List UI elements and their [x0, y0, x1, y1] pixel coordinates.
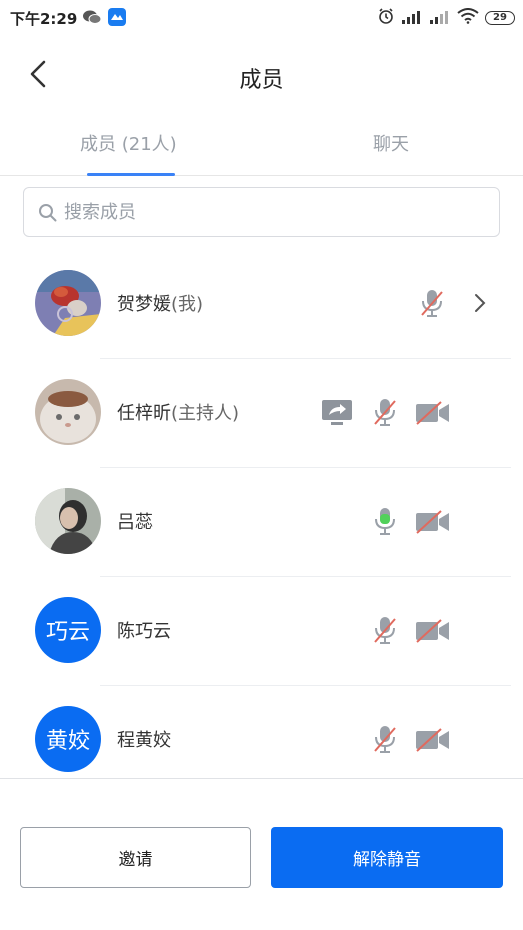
member-name: 任梓昕(主持人)	[117, 399, 239, 425]
member-name-text: 陈巧云	[117, 621, 171, 642]
mic-muted-icon[interactable]	[373, 397, 397, 431]
search-box[interactable]	[23, 187, 500, 237]
active-tab-indicator	[87, 173, 175, 176]
camera-off-icon[interactable]	[415, 510, 451, 538]
unmute-button[interactable]: 解除静音	[271, 827, 503, 888]
chevron-right-icon[interactable]	[473, 292, 487, 318]
bottom-divider	[0, 778, 523, 779]
mic-muted-icon[interactable]	[373, 724, 397, 758]
member-name-text: 程黄姣	[117, 730, 171, 751]
battery-indicator: 29	[485, 11, 515, 25]
member-row[interactable]: 巧云 陈巧云	[0, 577, 523, 686]
tab-chat[interactable]: 聊天	[373, 130, 409, 156]
wifi-icon	[457, 8, 479, 28]
invite-button[interactable]: 邀请	[20, 827, 251, 888]
avatar	[35, 488, 101, 554]
search-input[interactable]	[64, 199, 484, 225]
member-name: 陈巧云	[117, 617, 171, 643]
member-tag: (主持人)	[171, 403, 240, 424]
tab-members[interactable]: 成员 (21人)	[80, 130, 177, 156]
signal-icon	[401, 9, 423, 28]
member-name: 吕蕊	[117, 508, 153, 534]
wechat-icon	[82, 9, 102, 29]
mic-active-icon[interactable]	[373, 506, 397, 540]
member-name-text: 任梓昕	[117, 403, 171, 424]
search-icon	[38, 203, 58, 227]
app-notification-icon	[108, 8, 126, 26]
mic-muted-icon[interactable]	[420, 288, 444, 322]
avatar: 巧云	[35, 597, 101, 663]
member-row[interactable]: 贺梦媛(我)	[0, 250, 523, 359]
member-row[interactable]: 任梓昕(主持人)	[0, 359, 523, 468]
header: 成员	[0, 36, 523, 116]
member-list: 贺梦媛(我) 任梓昕(主持人) 吕蕊 巧云 陈巧云 黄姣 程黄姣	[0, 250, 523, 778]
member-name-text: 吕蕊	[117, 512, 153, 533]
avatar	[35, 379, 101, 445]
screen-share-icon[interactable]	[321, 399, 353, 431]
member-row[interactable]: 吕蕊	[0, 468, 523, 577]
avatar	[35, 270, 101, 336]
page-title: 成员	[239, 68, 284, 93]
member-name: 程黄姣	[117, 726, 171, 752]
camera-off-icon[interactable]	[415, 619, 451, 647]
member-name: 贺梦媛(我)	[117, 290, 203, 316]
mic-muted-icon[interactable]	[373, 615, 397, 649]
member-name-text: 贺梦媛	[117, 294, 171, 315]
alarm-icon	[377, 7, 395, 29]
avatar: 黄姣	[35, 706, 101, 772]
status-icons: 29	[377, 7, 515, 29]
member-tag: (我)	[171, 294, 204, 315]
member-row[interactable]: 黄姣 程黄姣	[0, 686, 523, 778]
camera-off-icon[interactable]	[415, 728, 451, 756]
tab-bar: 成员 (21人) 聊天	[0, 116, 523, 176]
signal-2-icon	[429, 9, 451, 28]
status-bar: 下午2:29 29	[0, 0, 523, 36]
camera-off-icon[interactable]	[415, 401, 451, 429]
status-time: 下午2:29	[10, 10, 78, 28]
